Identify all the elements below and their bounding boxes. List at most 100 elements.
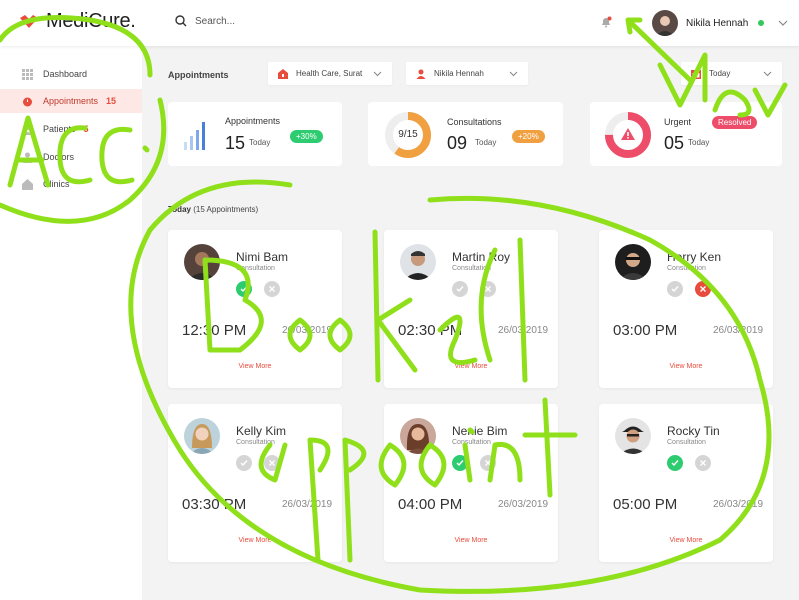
accept-button[interactable] (667, 281, 683, 297)
appointment-time: 03:00 PM (613, 322, 678, 339)
doctor-icon (23, 152, 32, 163)
appointment-time: 03:30 PM (182, 496, 247, 513)
appointment-card[interactable]: Herry Ken Consultation 03:00 PM 26/03/20… (599, 230, 773, 388)
bell-icon[interactable] (600, 16, 612, 28)
check-icon (671, 286, 679, 293)
accept-button[interactable] (452, 455, 468, 471)
status-badge: Resolved (712, 116, 758, 129)
chevron-down-icon (763, 71, 772, 76)
appointment-date: 26/03/2019 (498, 325, 549, 336)
close-icon (485, 286, 491, 292)
appointment-date: 26/03/2019 (282, 499, 333, 510)
sidebar-item-appointments[interactable]: Appointments 15 (0, 89, 142, 113)
reject-button[interactable] (480, 281, 496, 297)
stat-badge: +30% (290, 130, 323, 143)
online-status-dot (758, 20, 765, 26)
appointment-time: 04:00 PM (398, 496, 463, 513)
appointment-card[interactable]: Martin Roy Consultation 02:30 PM 26/03/2… (384, 230, 558, 388)
view-more-link[interactable]: View More (168, 363, 342, 370)
avatar (400, 244, 436, 280)
today-label: Today (168, 205, 191, 214)
appointment-type: Consultation (452, 439, 491, 446)
stat-title: Appointments (225, 116, 281, 126)
accept-button[interactable] (452, 281, 468, 297)
stat-value: 15 (225, 133, 246, 153)
patient-name: Martin Roy (452, 250, 511, 264)
date-select[interactable]: Today (681, 62, 782, 85)
clinic-icon (22, 178, 33, 190)
user-menu[interactable]: Nikila Hennah (652, 10, 788, 36)
accept-button[interactable] (667, 455, 683, 471)
sidebar-item-label: Doctors (43, 152, 75, 162)
reject-button[interactable] (264, 281, 280, 297)
alarm-clock-icon (23, 97, 32, 106)
appointment-type: Consultation (452, 265, 491, 272)
appointment-date: 26/03/2019 (282, 325, 333, 336)
view-more-link[interactable]: View More (599, 363, 773, 370)
appointment-date: 26/03/2019 (498, 499, 549, 510)
clinic-select[interactable]: Health Care, Surat (268, 62, 392, 85)
stat-card-urgent[interactable]: Urgent 05 Today Resolved (590, 102, 782, 166)
doctor-select[interactable]: Nikila Hennah (406, 62, 528, 85)
patient-name: Rocky Tin (667, 424, 720, 438)
reject-button[interactable] (264, 455, 280, 471)
chevron-down-icon[interactable] (778, 20, 788, 26)
stat-value: 09 (447, 133, 468, 153)
appointment-card[interactable]: Nimi Bam Consultation 12:30 PM 26/03/201… (168, 230, 342, 388)
urgent-progress-ring (605, 112, 651, 158)
appointment-time: 05:00 PM (613, 496, 678, 513)
appointment-time: 12:30 PM (182, 322, 247, 339)
ring-label: 9/15 (398, 129, 418, 140)
stat-value: 05 (664, 133, 685, 153)
appointment-time: 02:30 PM (398, 322, 463, 339)
reject-button[interactable] (695, 281, 711, 297)
hospital-icon (278, 68, 288, 79)
accept-button[interactable] (236, 281, 252, 297)
stat-card-consultations[interactable]: 9/15 Consultations 09 Today +20% (368, 102, 563, 166)
search-input[interactable]: Search... (195, 16, 235, 27)
users-icon (23, 124, 32, 135)
avatar (400, 418, 436, 454)
close-icon (269, 286, 275, 292)
appointment-card[interactable]: Nenie Bim Consultation 04:00 PM 26/03/20… (384, 404, 558, 562)
grid-icon (22, 68, 33, 80)
check-icon (240, 460, 248, 467)
view-more-link[interactable]: View More (384, 363, 558, 370)
patient-name: Herry Ken (667, 250, 722, 264)
logo-mark-icon (20, 14, 38, 28)
sidebar-item-label: Dashboard (43, 69, 88, 79)
avatar (184, 418, 220, 454)
chevron-down-icon (509, 71, 518, 76)
patient-name: Nimi Bam (236, 250, 289, 264)
appointment-type: Consultation (667, 439, 706, 446)
stat-card-appointments[interactable]: Appointments 15 Today +30% (168, 102, 342, 166)
check-icon (240, 286, 248, 293)
sidebar-item-patients[interactable]: Patients 5 (0, 117, 142, 141)
patients-count-badge: 5 (83, 124, 89, 134)
search-bar[interactable]: Search... (175, 15, 235, 27)
sidebar-item-label: Clinics (43, 179, 70, 189)
reject-button[interactable] (695, 455, 711, 471)
sidebar-item-doctors[interactable]: Doctors (0, 145, 142, 169)
view-more-link[interactable]: View More (599, 537, 773, 544)
appointment-card[interactable]: Rocky Tin Consultation 05:00 PM 26/03/20… (599, 404, 773, 562)
top-bar: MediCure. Search... Nikila Hennah (0, 0, 799, 46)
appointment-date: 26/03/2019 (713, 499, 764, 510)
reject-button[interactable] (480, 455, 496, 471)
view-more-link[interactable]: View More (384, 537, 558, 544)
close-icon (269, 460, 275, 466)
close-icon (485, 460, 491, 466)
close-icon (700, 286, 706, 292)
sidebar-item-dashboard[interactable]: Dashboard (0, 62, 142, 86)
sidebar: Dashboard Appointments 15 Patients 5 Doc… (0, 46, 142, 600)
sidebar-item-label: Appointments (43, 96, 99, 106)
patient-name: Nenie Bim (452, 424, 508, 438)
logo[interactable]: MediCure. (18, 10, 136, 33)
search-icon (175, 15, 187, 27)
appointment-card[interactable]: Kelly Kim Consultation 03:30 PM 26/03/20… (168, 404, 342, 562)
sidebar-item-clinics[interactable]: Clinics (0, 172, 142, 196)
clinic-select-value: Health Care, Surat (296, 69, 363, 78)
stat-title: Urgent (664, 117, 692, 127)
view-more-link[interactable]: View More (168, 537, 342, 544)
accept-button[interactable] (236, 455, 252, 471)
